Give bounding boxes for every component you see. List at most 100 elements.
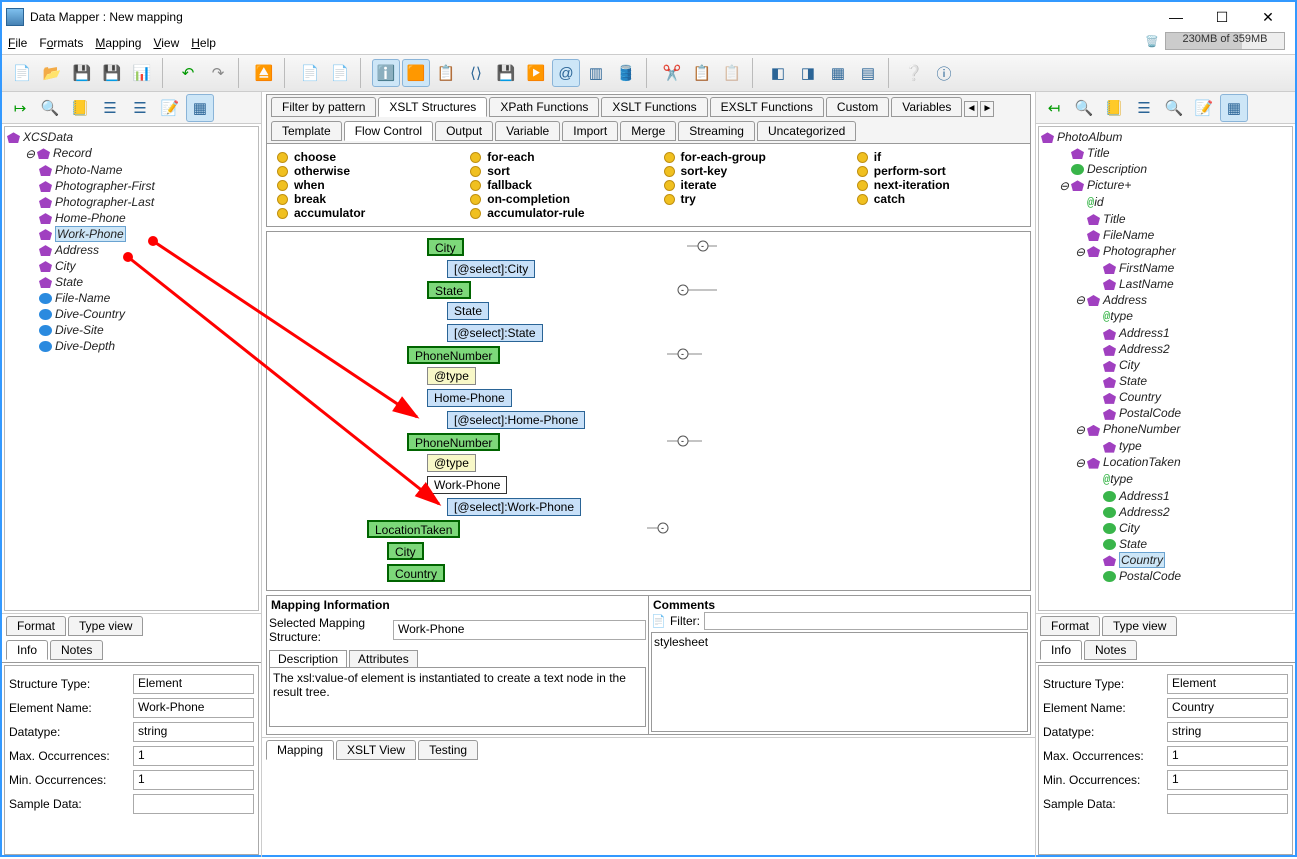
blocks2-icon[interactable]: ◨ — [794, 59, 822, 87]
tree-item-Dive-Depth[interactable]: Dive-Depth — [39, 338, 256, 354]
at-icon[interactable]: @ — [552, 59, 580, 87]
tab-attributes[interactable]: Attributes — [349, 650, 418, 667]
sub-tab-Streaming[interactable]: Streaming — [678, 121, 755, 141]
tree-record[interactable]: ⊖Record — [23, 145, 256, 162]
rtree-Address[interactable]: ⊖Address — [1041, 292, 1290, 309]
func-otherwise[interactable]: otherwise — [277, 164, 440, 178]
help-icon[interactable]: ❔ — [900, 59, 928, 87]
top-tab-Filter by pattern[interactable]: Filter by pattern — [271, 97, 376, 117]
sub-tab-Import[interactable]: Import — [562, 121, 618, 141]
menu-mapping[interactable]: Mapping — [95, 36, 141, 50]
paste-icon[interactable]: 📋 — [718, 59, 746, 87]
rtree-Picture+[interactable]: ⊖Picture+ — [1041, 177, 1290, 194]
play-icon[interactable]: ▶️ — [522, 59, 550, 87]
search-right-icon[interactable]: 🔍 — [1070, 94, 1098, 122]
tree-item-Dive-Site[interactable]: Dive-Site — [39, 322, 256, 338]
about-icon[interactable]: ⓘ — [930, 59, 958, 87]
tab-notes-right[interactable]: Notes — [1084, 640, 1137, 660]
bottom-tab-XSLT View[interactable]: XSLT View — [336, 740, 416, 760]
rtree-id[interactable]: @id — [1041, 194, 1290, 211]
map-node-Work-Phone[interactable]: Work-Phone — [427, 476, 507, 494]
tree-item-Dive-Country[interactable]: Dive-Country — [39, 306, 256, 322]
func-for-each-group[interactable]: for-each-group — [664, 150, 827, 164]
top-tab-XPath Functions[interactable]: XPath Functions — [489, 97, 599, 117]
search-left-icon[interactable]: 🔍 — [36, 94, 64, 122]
map-node-State[interactable]: State — [447, 302, 489, 320]
comment-item[interactable]: stylesheet — [654, 635, 1025, 649]
tab-scroll-left[interactable]: ◄ — [964, 101, 978, 117]
map-node-Country[interactable]: Country — [387, 564, 445, 582]
tree-item-State[interactable]: State — [39, 274, 256, 290]
map-node-@type[interactable]: @type — [427, 367, 476, 385]
top-tab-XSLT Functions[interactable]: XSLT Functions — [601, 97, 707, 117]
notes-right-icon[interactable]: 📒 — [1100, 94, 1128, 122]
save-icon[interactable]: 💾 — [68, 59, 96, 87]
tab-info-left[interactable]: Info — [6, 640, 48, 660]
top-tab-Variables[interactable]: Variables — [891, 97, 962, 117]
highlight-icon[interactable]: 🟧 — [402, 59, 430, 87]
rtree-Country[interactable]: Country — [1041, 552, 1290, 568]
copy-icon[interactable]: 📋 — [688, 59, 716, 87]
filter-input[interactable] — [704, 612, 1028, 630]
map-node-[@select]:State[interactable]: [@select]:State — [447, 324, 543, 342]
export-xls-icon[interactable]: 📊 — [128, 59, 156, 87]
top-tab-XSLT Structures[interactable]: XSLT Structures — [378, 97, 487, 117]
map-node-Home-Phone[interactable]: Home-Phone — [427, 389, 512, 407]
blocks3-icon[interactable]: ▦ — [824, 59, 852, 87]
menu-view[interactable]: View — [153, 36, 179, 50]
database-icon[interactable]: 🛢️ — [612, 59, 640, 87]
tab-typeview-right[interactable]: Type view — [1102, 616, 1177, 636]
func-iterate[interactable]: iterate — [664, 178, 827, 192]
rtree-LocationTaken[interactable]: ⊖LocationTaken — [1041, 454, 1290, 471]
save2-icon[interactable]: 💾 — [492, 59, 520, 87]
tab-notes-left[interactable]: Notes — [50, 640, 103, 660]
rtree-PostalCode[interactable]: PostalCode — [1041, 568, 1290, 584]
filterr-icon[interactable]: ▦ — [1220, 94, 1248, 122]
list1r-icon[interactable]: ☰ — [1130, 94, 1158, 122]
menu-formats[interactable]: Formats — [39, 36, 83, 50]
rtree-LastName[interactable]: LastName — [1041, 276, 1290, 292]
open-file-icon[interactable]: 📂 — [38, 59, 66, 87]
map-node-@type[interactable]: @type — [427, 454, 476, 472]
tree-item-Photo-Name[interactable]: Photo-Name — [39, 162, 256, 178]
map-node-PhoneNumber[interactable]: PhoneNumber — [407, 433, 500, 451]
validate-icon[interactable]: 📋 — [432, 59, 460, 87]
rtree-City[interactable]: City — [1041, 520, 1290, 536]
tab-description[interactable]: Description — [269, 650, 347, 667]
tree-item-File-Name[interactable]: File-Name — [39, 290, 256, 306]
rtree-Address2[interactable]: Address2 — [1041, 341, 1290, 357]
func-for-each[interactable]: for-each — [470, 150, 633, 164]
func-on-completion[interactable]: on-completion — [470, 192, 633, 206]
tab-format-left[interactable]: Format — [6, 616, 66, 636]
func-accumulator-rule[interactable]: accumulator-rule — [470, 206, 633, 220]
sub-tab-Merge[interactable]: Merge — [620, 121, 676, 141]
sub-tab-Output[interactable]: Output — [435, 121, 493, 141]
arrow-left-icon[interactable]: ↤ — [1040, 94, 1068, 122]
cut-icon[interactable]: ✂️ — [658, 59, 686, 87]
tree-item-Address[interactable]: Address — [39, 242, 256, 258]
rtree-FileName[interactable]: FileName — [1041, 227, 1290, 243]
arrow-right-icon[interactable]: ↦ — [6, 94, 34, 122]
func-accumulator[interactable]: accumulator — [277, 206, 440, 220]
tab-info-right[interactable]: Info — [1040, 640, 1082, 660]
func-try[interactable]: try — [664, 192, 827, 206]
rtree-Photographer[interactable]: ⊖Photographer — [1041, 243, 1290, 260]
rtree-Description[interactable]: Description — [1041, 161, 1290, 177]
exit-icon[interactable]: ⏏️ — [250, 59, 278, 87]
rtree-Title[interactable]: Title — [1041, 211, 1290, 227]
rtree-Address1[interactable]: Address1 — [1041, 325, 1290, 341]
blocks4-icon[interactable]: ▤ — [854, 59, 882, 87]
rtree-type[interactable]: type — [1041, 438, 1290, 454]
save-all-icon[interactable]: 💾 — [98, 59, 126, 87]
redo-icon[interactable]: ↷ — [204, 59, 232, 87]
top-tab-Custom[interactable]: Custom — [826, 97, 889, 117]
rtree-root[interactable]: PhotoAlbum — [1041, 129, 1290, 145]
tree-root[interactable]: XCSData — [7, 129, 256, 145]
rtree-PostalCode[interactable]: PostalCode — [1041, 405, 1290, 421]
close-button[interactable]: ✕ — [1245, 3, 1291, 31]
tree-item-Home-Phone[interactable]: Home-Phone — [39, 210, 256, 226]
rtree-Title[interactable]: Title — [1041, 145, 1290, 161]
doc-settings-icon[interactable]: 📄 — [326, 59, 354, 87]
info-icon[interactable]: ℹ️ — [372, 59, 400, 87]
trash-icon[interactable]: 🗑️ — [1145, 35, 1159, 48]
